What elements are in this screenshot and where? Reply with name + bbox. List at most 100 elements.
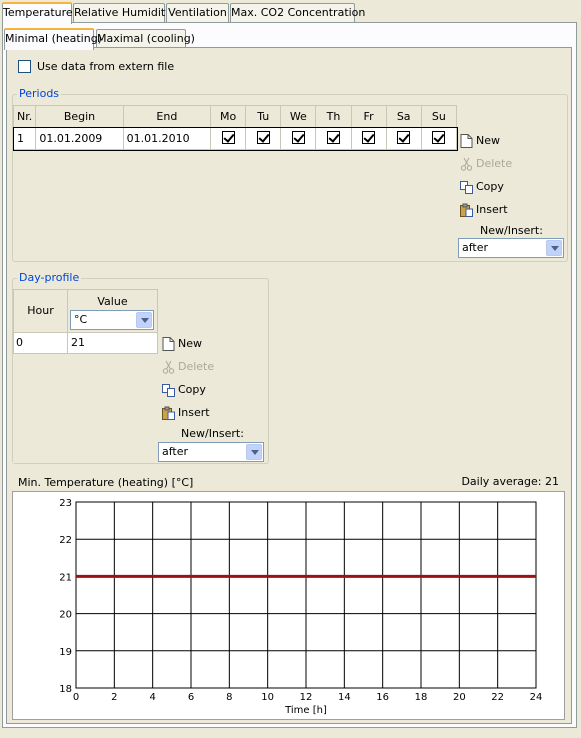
x-tick-label: 24 <box>530 692 543 703</box>
day-cell-th <box>315 127 352 150</box>
fr-checkbox[interactable] <box>362 130 376 144</box>
day-profile-title: Day-profile <box>17 271 82 284</box>
chart-title: Min. Temperature (heating) [°C] <box>18 476 194 489</box>
y-tick-label: 23 <box>59 498 72 509</box>
x-tick-label: 6 <box>188 692 194 703</box>
unit-value: °C <box>74 313 88 326</box>
col-th: Th <box>315 105 352 128</box>
x-tick-label: 20 <box>453 692 466 703</box>
col-value-header: Value °C <box>67 289 158 333</box>
new-document-icon <box>460 134 473 148</box>
extern-file-checkbox[interactable] <box>18 60 31 73</box>
we-checkbox[interactable] <box>291 130 305 144</box>
tab-ventilation[interactable]: Ventilation <box>166 3 229 23</box>
x-axis-label: Time [h] <box>284 705 327 716</box>
profile-insert-button[interactable]: Insert <box>160 403 210 423</box>
temperature-chart: 0 2 4 6 8 10 12 14 16 18 20 22 24 18 19 20 21 22 23 Time [h… <box>12 491 565 720</box>
y-tick-label: 20 <box>59 610 72 621</box>
day-cell-sa <box>385 127 422 150</box>
profile-copy-label: Copy <box>178 383 206 396</box>
profile-value-cell[interactable]: 21 <box>67 332 158 354</box>
chevron-down-icon[interactable] <box>246 444 262 460</box>
periods-new-label: New <box>476 134 500 147</box>
col-end: End <box>122 105 212 128</box>
chevron-down-icon[interactable] <box>546 240 562 256</box>
periods-new-insert-label: New/Insert: <box>480 224 543 237</box>
col-su: Su <box>420 105 458 128</box>
periods-copy-label: Copy <box>476 180 504 193</box>
day-cell-tu <box>245 127 282 150</box>
day-cell-we <box>280 127 317 150</box>
x-tick-label: 10 <box>261 692 274 703</box>
extern-file-label: Use data from extern file <box>37 60 175 73</box>
col-nr: Nr. <box>12 105 37 128</box>
copy-icon <box>162 384 175 397</box>
periods-new-insert-value: after <box>462 241 489 254</box>
chevron-down-icon[interactable] <box>136 312 152 328</box>
tab-minimal-heating[interactable]: Minimal (heating) <box>4 28 102 50</box>
periods-delete-label: Delete <box>476 157 513 170</box>
tab-maximal-cooling[interactable]: Maximal (cooling) <box>96 29 195 49</box>
paste-icon <box>162 406 175 420</box>
x-tick-label: 0 <box>73 692 79 703</box>
mo-checkbox[interactable] <box>221 130 235 144</box>
day-cell-su <box>420 127 458 150</box>
tu-checkbox[interactable] <box>256 130 270 144</box>
unit-select[interactable]: °C <box>70 310 154 330</box>
x-tick-label: 14 <box>338 692 351 703</box>
daily-average: Daily average: 21 <box>461 475 559 488</box>
scissors-icon <box>162 360 175 374</box>
paste-icon <box>460 203 473 217</box>
col-we: We <box>280 105 317 128</box>
copy-icon <box>460 181 473 194</box>
periods-new-button[interactable]: New <box>458 131 500 151</box>
profile-new-label: New <box>178 337 202 350</box>
profile-delete-button[interactable]: Delete <box>160 357 214 377</box>
y-tick-label: 18 <box>59 684 72 695</box>
x-tick-label: 4 <box>149 692 155 703</box>
col-mo: Mo <box>210 105 247 128</box>
y-tick-label: 21 <box>59 572 72 583</box>
periods-delete-button[interactable]: Delete <box>458 154 512 174</box>
tab-temperature[interactable]: Temperature <box>2 2 73 24</box>
col-fr: Fr <box>350 105 387 128</box>
col-sa: Sa <box>385 105 422 128</box>
su-checkbox[interactable] <box>432 130 446 144</box>
x-tick-label: 8 <box>226 692 232 703</box>
th-checkbox[interactable] <box>326 130 340 144</box>
tab-max-co2[interactable]: Max. CO2 Concentration <box>230 3 365 23</box>
day-cell-fr <box>350 127 387 150</box>
col-begin: Begin <box>35 105 124 128</box>
day-profile-table: Hour Value °C 0 21 <box>13 289 158 463</box>
profile-insert-label: Insert <box>178 406 210 419</box>
period-begin[interactable]: 01.01.2009 <box>35 127 124 150</box>
periods-new-insert-select[interactable]: after <box>458 238 564 258</box>
y-tick-label: 22 <box>59 535 72 546</box>
profile-new-insert-label: New/Insert: <box>181 427 244 440</box>
period-end[interactable]: 01.01.2010 <box>122 127 212 150</box>
table-row[interactable]: 1 01.01.2009 01.01.2010 <box>12 126 458 151</box>
scissors-icon <box>460 157 473 171</box>
x-tick-label: 22 <box>491 692 504 703</box>
y-tick-label: 19 <box>59 647 72 658</box>
x-tick-label: 12 <box>300 692 313 703</box>
profile-new-button[interactable]: New <box>160 334 202 354</box>
period-nr[interactable]: 1 <box>12 127 37 150</box>
new-document-icon <box>162 337 175 351</box>
profile-copy-button[interactable]: Copy <box>160 380 206 400</box>
profile-new-insert-select[interactable]: after <box>158 442 264 462</box>
profile-new-insert-value: after <box>162 445 189 458</box>
x-tick-label: 18 <box>415 692 428 703</box>
periods-copy-button[interactable]: Copy <box>458 177 504 197</box>
col-value: Value <box>97 295 128 308</box>
sa-checkbox[interactable] <box>397 130 411 144</box>
profile-delete-label: Delete <box>178 360 215 373</box>
x-tick-label: 16 <box>376 692 389 703</box>
periods-table: Nr. Begin End Mo Tu We Th Fr Sa Su 1 01.… <box>12 105 458 151</box>
periods-insert-button[interactable]: Insert <box>458 200 508 220</box>
tab-relative-humidity[interactable]: Relative Humidity <box>73 3 172 23</box>
x-tick-label: 2 <box>111 692 117 703</box>
profile-hour-cell[interactable]: 0 <box>13 332 68 354</box>
periods-title: Periods <box>17 87 62 100</box>
day-cell-mo <box>210 127 247 150</box>
